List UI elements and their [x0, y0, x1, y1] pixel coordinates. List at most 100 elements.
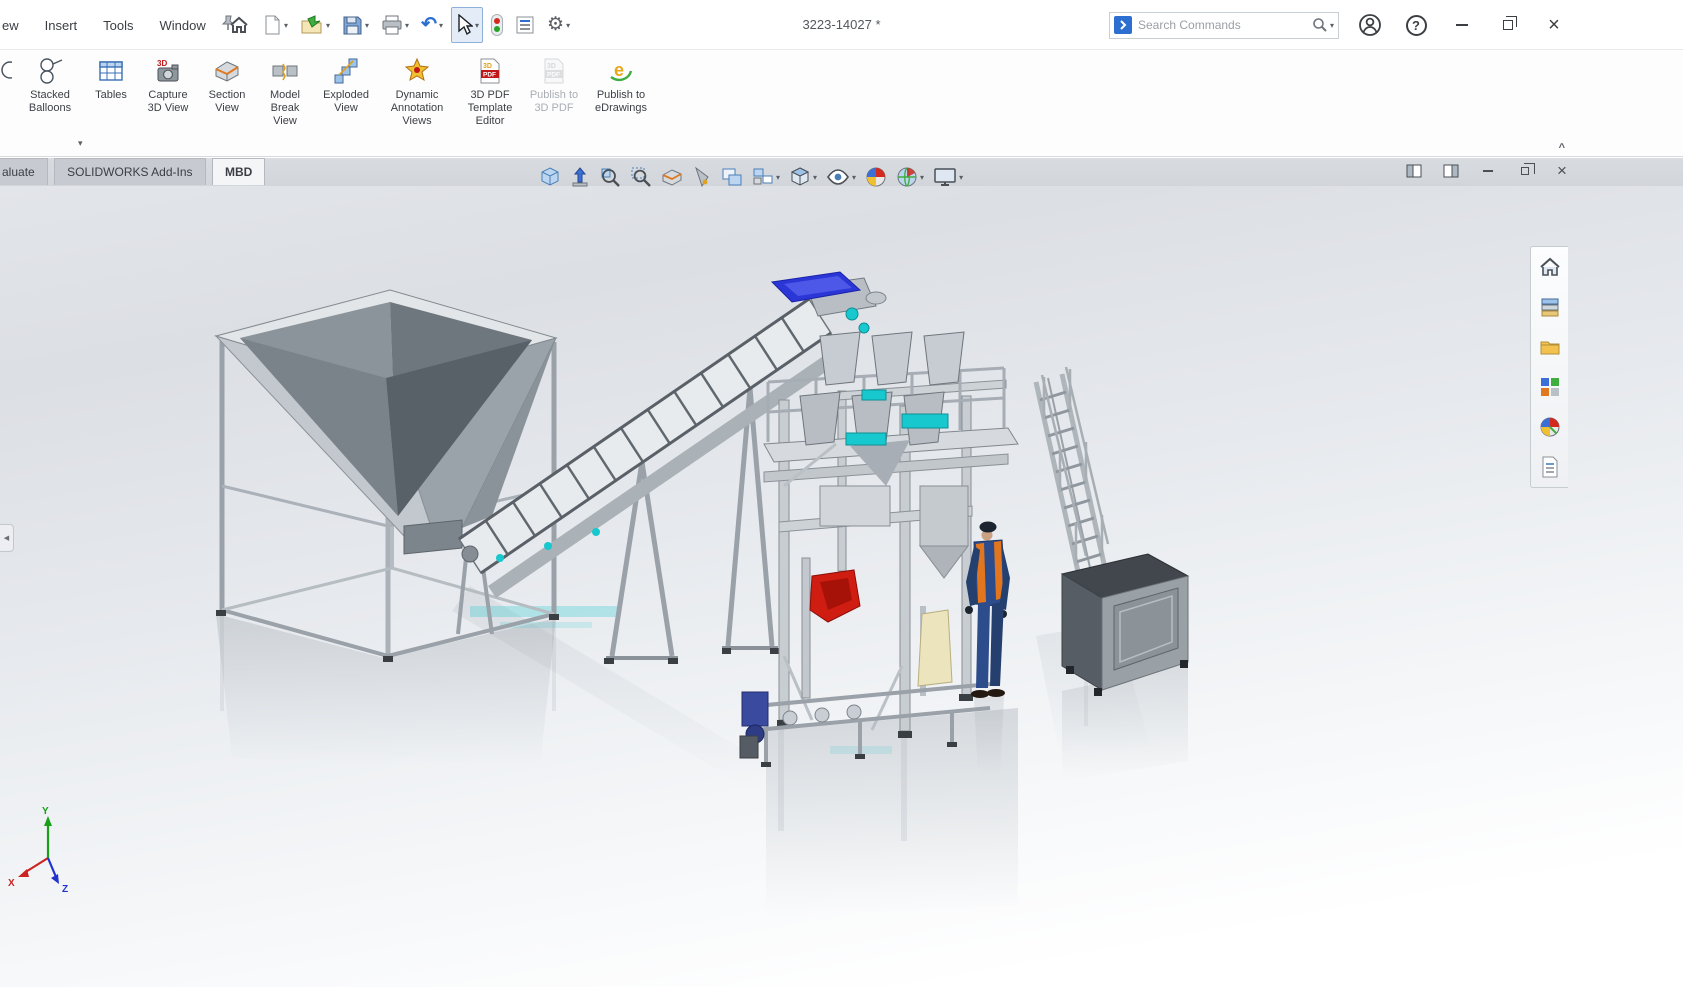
svg-text:PDF: PDF — [547, 72, 560, 79]
design-library-button[interactable] — [1536, 293, 1564, 321]
chevron-down-icon[interactable]: ▾ — [1330, 21, 1334, 30]
svg-text:3D: 3D — [547, 63, 556, 70]
chevron-down-icon[interactable]: ▾ — [852, 173, 856, 182]
capture-3d-view-button[interactable]: 3D Capture 3D View — [141, 56, 195, 115]
balloon-button-partial[interactable] — [0, 56, 12, 89]
ribbon-collapse-chevron[interactable]: ^ — [1559, 142, 1565, 154]
close-icon: × — [1557, 161, 1567, 180]
edit-appearance-button[interactable] — [864, 164, 888, 190]
graphics-area[interactable]: Y X Z — [0, 186, 1683, 987]
chevron-down-icon[interactable]: ▾ — [566, 21, 570, 30]
minimize-button[interactable] — [1447, 10, 1477, 40]
view-orientation-cube-button[interactable]: ▾ — [788, 164, 818, 190]
solidworks-window: ew Insert Tools Window ▾ ▾ ▾ ▾ ↶ ▾ ▾ ⚙ ▾… — [0, 0, 1683, 987]
menu-window[interactable]: Window — [147, 12, 219, 39]
resources-home-button[interactable] — [1536, 253, 1564, 281]
chevron-down-icon[interactable]: ▾ — [920, 173, 924, 182]
svg-text:X: X — [8, 878, 15, 889]
clip-icon — [695, 166, 709, 188]
zoom-in-button[interactable] — [598, 164, 622, 190]
dynamic-annotation-views-button[interactable]: Dynamic Annotation Views — [381, 56, 453, 128]
incline-conveyor — [456, 271, 887, 664]
section-view-toggle-button[interactable] — [660, 164, 684, 190]
chevron-down-icon[interactable]: ▾ — [813, 173, 817, 182]
doc-minimize-button[interactable] — [1479, 162, 1497, 180]
pane-left-icon[interactable] — [1405, 162, 1423, 180]
chevron-down-icon[interactable]: ▾ — [439, 21, 443, 30]
view-cube-icon — [790, 167, 810, 186]
select-tool-button[interactable]: ▾ — [451, 7, 484, 43]
zoom-to-area-button[interactable] — [629, 164, 653, 190]
ribbon-button-label: Dynamic Annotation Views — [390, 89, 444, 127]
search-launch-icon[interactable] — [1114, 16, 1132, 34]
person-figure — [965, 521, 1010, 698]
view-settings-button[interactable]: ▾ — [932, 165, 964, 189]
save-button[interactable]: ▾ — [338, 7, 373, 43]
pane-right-icon[interactable] — [1442, 162, 1460, 180]
file-explorer-button[interactable] — [1536, 333, 1564, 361]
close-button[interactable]: × — [1539, 10, 1569, 40]
print-button[interactable]: ▾ — [377, 7, 413, 43]
chevron-down-icon[interactable]: ▾ — [365, 21, 369, 30]
open-button[interactable]: ▾ — [296, 7, 334, 43]
3d-pdf-template-editor-button[interactable]: 3D PDF 3D PDF Template Editor — [460, 56, 520, 128]
hide-show-items-button[interactable]: ▾ — [825, 166, 857, 188]
menu-view[interactable]: ew — [0, 12, 32, 39]
help-button[interactable]: ? — [1401, 10, 1431, 40]
electrical-cabinet — [1060, 553, 1190, 696]
home-button[interactable] — [224, 7, 254, 43]
tab-mbd[interactable]: MBD — [211, 158, 266, 185]
collapse-left-icon: ◀ — [3, 535, 10, 542]
svg-text:Z: Z — [62, 884, 68, 895]
ribbon-flyout-caret[interactable]: ▾ — [78, 138, 83, 149]
menu-tools[interactable]: Tools — [90, 12, 146, 39]
doc-close-button[interactable]: × — [1553, 162, 1571, 180]
magnifier-icon — [601, 168, 620, 187]
tables-button[interactable]: Tables — [88, 56, 134, 102]
appearances-scenes-button[interactable] — [1536, 413, 1564, 441]
chevron-down-icon[interactable]: ▾ — [326, 21, 330, 30]
menubar-right: ▾ ? × — [1109, 0, 1569, 50]
doc-restore-button[interactable] — [1516, 162, 1535, 180]
view-orientation-arrow-button[interactable] — [569, 164, 591, 190]
view-window-button[interactable] — [720, 165, 744, 189]
tab-evaluate[interactable]: aluate — [0, 158, 48, 185]
rebuild-button[interactable] — [487, 7, 507, 43]
view-palette-button[interactable] — [1536, 373, 1564, 401]
restore-button[interactable] — [1493, 10, 1523, 40]
publish-edrawings-button[interactable]: e Publish to eDrawings — [588, 56, 654, 115]
properties-doc-icon — [1542, 456, 1557, 478]
chevron-down-icon[interactable]: ▾ — [776, 173, 780, 182]
minimize-icon — [1456, 24, 1468, 26]
chevron-down-icon[interactable]: ▾ — [475, 21, 479, 30]
chevron-down-icon[interactable]: ▾ — [284, 21, 288, 30]
zoom-to-fit-button[interactable] — [538, 164, 562, 190]
left-panel-collapse-tab[interactable]: ◀ — [0, 524, 14, 552]
annotation-burst-icon — [403, 56, 431, 86]
settings-button[interactable]: ⚙ ▾ — [543, 7, 574, 43]
annotation-clip-button[interactable] — [691, 164, 713, 190]
tab-solidworks-addins[interactable]: SOLIDWORKS Add-Ins — [54, 158, 206, 185]
chevron-down-icon[interactable]: ▾ — [959, 173, 963, 182]
options-list-button[interactable] — [511, 7, 539, 43]
orientation-arrow-icon — [572, 167, 588, 187]
section-view-button[interactable]: Section View — [202, 56, 252, 115]
undo-button[interactable]: ↶ ▾ — [417, 7, 447, 43]
ribbon-button-label: Publish to eDrawings — [595, 89, 647, 114]
exploded-view-button[interactable]: Exploded View — [318, 56, 374, 115]
apply-scene-button[interactable]: ▾ — [895, 164, 925, 190]
exploded-view-icon — [332, 56, 360, 86]
new-document-button[interactable]: ▾ — [258, 7, 292, 43]
ribbon-button-label: Stacked Balloons — [28, 89, 72, 114]
custom-properties-button[interactable] — [1536, 453, 1564, 481]
search-input[interactable] — [1132, 18, 1312, 32]
window-pane-icon — [722, 168, 742, 186]
menu-insert[interactable]: Insert — [32, 12, 91, 39]
ribbon-button-label: Section View — [208, 89, 246, 114]
search-icon[interactable] — [1312, 17, 1328, 33]
chevron-down-icon[interactable]: ▾ — [405, 21, 409, 30]
account-button[interactable] — [1355, 10, 1385, 40]
model-break-view-button[interactable]: Model Break View — [259, 56, 311, 128]
stacked-balloons-button[interactable]: Stacked Balloons — [19, 56, 81, 115]
display-style-button[interactable]: ▾ — [751, 165, 781, 189]
